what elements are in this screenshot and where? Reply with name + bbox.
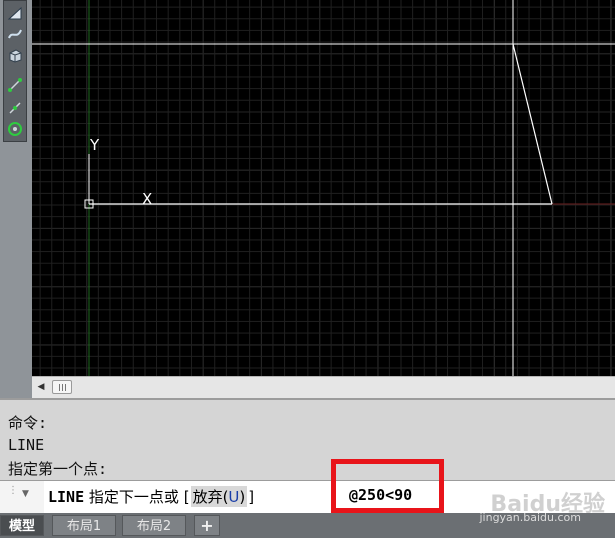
tab-layout2[interactable]: 布局2 (122, 515, 186, 536)
surface-icon[interactable] (4, 23, 26, 45)
box-icon[interactable] (4, 44, 26, 66)
recent-commands-dropdown-icon[interactable]: ▼ (22, 489, 29, 499)
command-prompt: LINE 指定下一点或 [放弃(U)] (48, 486, 254, 507)
highlight-box (331, 459, 444, 513)
drawing-canvas[interactable]: Y X (32, 0, 615, 376)
cad-window: Y X ◀ 命令: LINE 指定第一个点: ⋮ ▼ LINE 指定下一点或 [… (0, 0, 615, 538)
add-layout-button[interactable]: + (194, 515, 220, 536)
command-name: LINE (48, 488, 85, 506)
bracket-open: [ (183, 488, 190, 506)
line-icon[interactable] (4, 97, 26, 119)
history-line: 命令: (8, 414, 48, 432)
ucs-y-label: Y (89, 136, 100, 154)
tool-palette (0, 0, 32, 398)
history-line: 指定第一个点: (8, 460, 108, 478)
polyline-icon[interactable] (4, 74, 26, 96)
undo-option-key: U (228, 488, 240, 506)
bracket-close: ] (248, 488, 255, 506)
drawing-geometry: Y X (32, 0, 615, 376)
watermark-url: jingyan.baidu.com (479, 511, 581, 524)
donut-icon[interactable] (4, 118, 26, 140)
tab-layout1[interactable]: 布局1 (52, 515, 116, 536)
drawn-line-rubberband (512, 43, 553, 205)
wedge-icon[interactable] (4, 2, 26, 24)
ucs-x-label: X (142, 190, 152, 208)
undo-option-label: 放弃( (192, 488, 229, 506)
prompt-text: 指定下一点或 (88, 488, 179, 506)
grip-icon[interactable]: ⋮ (8, 485, 18, 496)
horizontal-scrollbar[interactable]: ◀ (32, 376, 615, 398)
tab-model[interactable]: 模型 (0, 515, 44, 536)
undo-option[interactable]: 放弃(U) (190, 486, 248, 507)
scroll-left-arrow-icon[interactable]: ◀ (36, 382, 46, 392)
command-history: 命令: LINE 指定第一个点: (0, 398, 615, 480)
undo-option-close: ) (239, 488, 246, 506)
scrollbar-thumb[interactable] (52, 380, 72, 394)
history-line: LINE (8, 436, 45, 454)
